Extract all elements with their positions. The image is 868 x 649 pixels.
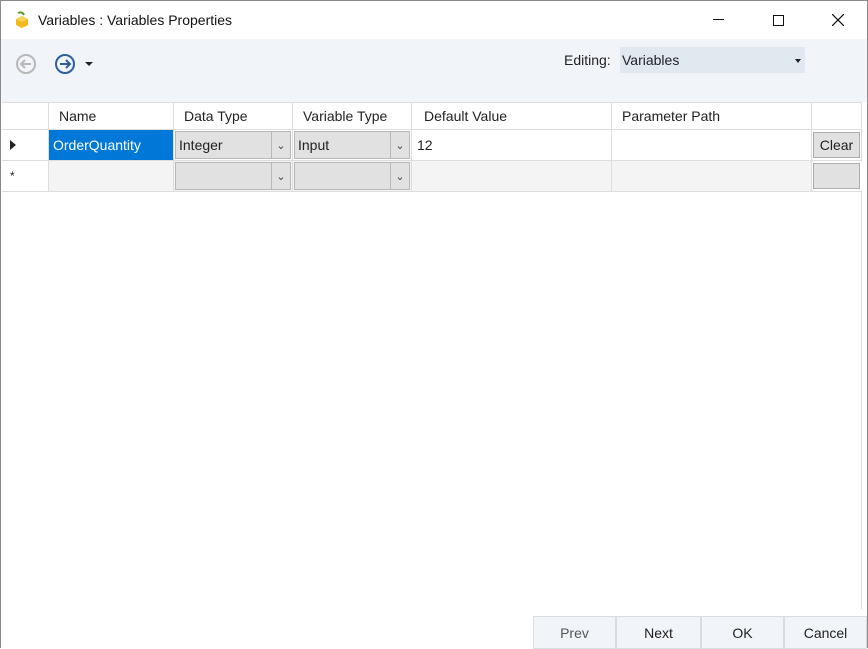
parameter-path-cell[interactable]: [612, 161, 812, 192]
variable-type-value: Input: [298, 137, 330, 153]
data-type-value: Integer: [179, 137, 223, 153]
new-row[interactable]: * ⌄ ⌄: [2, 161, 862, 192]
variable-type-combo[interactable]: Input ⌄: [293, 130, 412, 161]
editing-select[interactable]: Variables: [620, 47, 805, 73]
chevron-down-icon[interactable]: ⌄: [271, 163, 290, 189]
column-header-data-type[interactable]: Data Type: [174, 103, 293, 130]
name-cell[interactable]: OrderQuantity: [49, 130, 174, 161]
action-button[interactable]: [813, 163, 860, 189]
editing-select-value: Variables: [622, 52, 680, 68]
back-arrow-icon[interactable]: [15, 53, 37, 75]
footer: Prev Next OK Cancel: [1, 609, 867, 649]
default-value-cell[interactable]: 12: [412, 130, 612, 161]
chevron-down-icon[interactable]: ⌄: [390, 132, 409, 158]
chevron-down-icon[interactable]: ⌄: [390, 163, 409, 189]
column-header-name[interactable]: Name: [49, 103, 174, 130]
forward-arrow-icon[interactable]: [54, 53, 76, 75]
maximize-button[interactable]: [755, 1, 801, 39]
column-header-parameter-path[interactable]: Parameter Path: [612, 103, 812, 130]
column-header-action: [812, 103, 862, 130]
data-type-combo[interactable]: Integer ⌄: [174, 130, 293, 161]
row-header[interactable]: [2, 130, 49, 161]
default-value-cell[interactable]: [412, 161, 612, 192]
ok-button[interactable]: OK: [701, 616, 784, 649]
next-button[interactable]: Next: [616, 616, 701, 649]
window-title: Variables : Variables Properties: [38, 12, 233, 28]
grid-header: Name Data Type Variable Type Default Val…: [2, 103, 862, 130]
forward-dropdown-caret-icon[interactable]: [85, 62, 93, 66]
chevron-down-icon[interactable]: ⌄: [271, 132, 290, 158]
action-cell: [812, 161, 862, 192]
editing-label: Editing:: [564, 52, 611, 68]
prev-button[interactable]: Prev: [533, 616, 616, 649]
parameter-path-cell[interactable]: [612, 130, 812, 161]
current-row-arrow-icon: [10, 140, 16, 150]
variable-type-combo[interactable]: ⌄: [293, 161, 412, 192]
row-header-corner: [2, 103, 49, 130]
toolbar: Editing: Variables: [1, 39, 867, 102]
new-row-marker[interactable]: *: [2, 161, 49, 192]
table-row[interactable]: OrderQuantity Integer ⌄ Input ⌄ 12 Clear: [2, 130, 862, 161]
column-header-default-value[interactable]: Default Value: [412, 103, 612, 130]
column-header-variable-type[interactable]: Variable Type: [293, 103, 412, 130]
data-type-combo[interactable]: ⌄: [174, 161, 293, 192]
clear-button[interactable]: Clear: [813, 132, 860, 158]
name-cell[interactable]: [49, 161, 174, 192]
cancel-button[interactable]: Cancel: [784, 616, 867, 649]
app-icon: [16, 11, 28, 28]
variables-grid: Name Data Type Variable Type Default Val…: [2, 102, 862, 609]
minimize-button[interactable]: [695, 1, 741, 39]
close-button[interactable]: [815, 1, 861, 39]
action-cell: Clear: [812, 130, 862, 161]
chevron-down-icon: [795, 59, 801, 63]
title-bar: Variables : Variables Properties: [1, 1, 867, 39]
